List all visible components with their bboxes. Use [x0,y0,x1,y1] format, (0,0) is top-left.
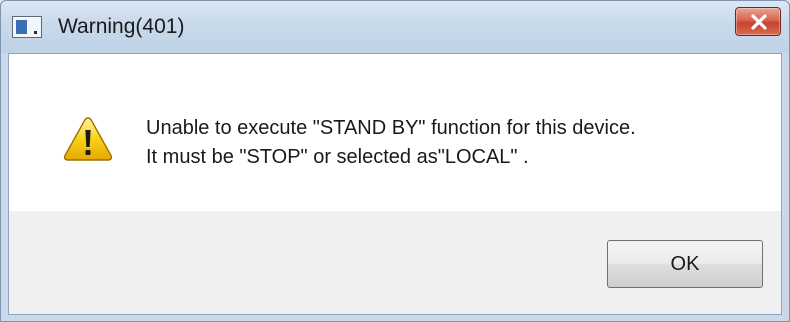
application-window-icon[interactable] [12,16,42,38]
title-bar[interactable]: Warning(401) [1,1,789,53]
window-title: Warning(401) [58,15,185,38]
warning-icon [63,117,113,161]
ok-button[interactable]: OK [607,240,763,288]
dialog-body: Unable to execute "STAND BY" function fo… [8,53,782,315]
warning-dialog: Warning(401) Unable to execute "STAND BY… [0,0,790,322]
warning-message: Unable to execute "STAND BY" function fo… [146,114,636,172]
message-area: Unable to execute "STAND BY" function fo… [9,54,781,211]
message-line-1: Unable to execute "STAND BY" function fo… [146,117,636,139]
close-icon [751,14,767,30]
close-button[interactable] [735,7,781,36]
message-line-2: It must be "STOP" or selected as"LOCAL" … [146,146,529,168]
